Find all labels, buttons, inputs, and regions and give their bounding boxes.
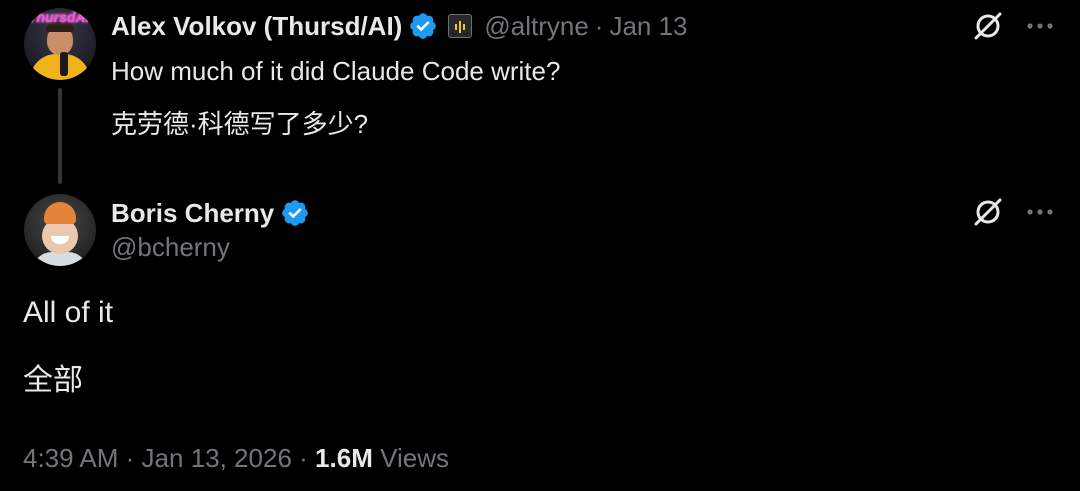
parent-tweet-text: How much of it did Claude Code write? [111, 56, 561, 86]
tweet-time[interactable]: 4:39 AM [23, 443, 118, 473]
views-count[interactable]: 1.6M [315, 443, 373, 473]
avatar-brand-text: ThursdAI [28, 9, 90, 25]
separator-dot: · [299, 443, 308, 473]
more-options-icon[interactable] [1022, 8, 1058, 44]
grok-icon[interactable] [970, 194, 1006, 230]
tweet-date[interactable]: Jan 13 [609, 11, 687, 42]
separator-dot: · [125, 443, 135, 473]
avatar[interactable]: ThursdAI [24, 8, 96, 80]
more-options-icon[interactable] [1022, 194, 1058, 230]
avatar[interactable] [24, 194, 96, 266]
grok-icon[interactable] [970, 8, 1006, 44]
main-tweet-translation: 全部 [23, 364, 83, 397]
avatar-beanie [44, 202, 76, 224]
parent-tweet-translation: 克劳德·科德写了多少? [111, 109, 369, 139]
avatar-microphone [60, 52, 68, 76]
main-tweet-text: All of it [23, 296, 114, 329]
main-tweet-header: Boris Cherny [111, 196, 310, 230]
thread-connector-line [58, 88, 62, 184]
tweet-metadata: 4:39 AM · Jan 13, 2026 · 1.6M Views [23, 443, 449, 474]
affiliation-badge-bar [455, 24, 458, 30]
affiliation-badge-bar [459, 21, 462, 33]
affiliation-badge-bar [463, 24, 466, 30]
author-handle[interactable]: @bcherny [111, 232, 230, 263]
separator-dot: · [594, 10, 604, 41]
verified-badge-icon[interactable] [280, 198, 310, 228]
author-name[interactable]: Alex Volkov (Thursd/AI) [111, 11, 402, 42]
tweet-detail: ThursdAI Alex Volkov (Thursd/AI) @altryn… [0, 0, 1080, 491]
affiliation-badge-icon[interactable] [448, 14, 473, 38]
author-name[interactable]: Boris Cherny [111, 198, 274, 229]
verified-badge-icon[interactable] [408, 11, 438, 41]
author-handle[interactable]: @altryne [484, 11, 588, 42]
avatar-shirt [32, 252, 88, 266]
tweet-full-date[interactable]: Jan 13, 2026 [142, 443, 292, 473]
parent-tweet-header: Alex Volkov (Thursd/AI) @altryne · Jan 1… [111, 9, 688, 43]
views-label: Views [380, 443, 449, 473]
